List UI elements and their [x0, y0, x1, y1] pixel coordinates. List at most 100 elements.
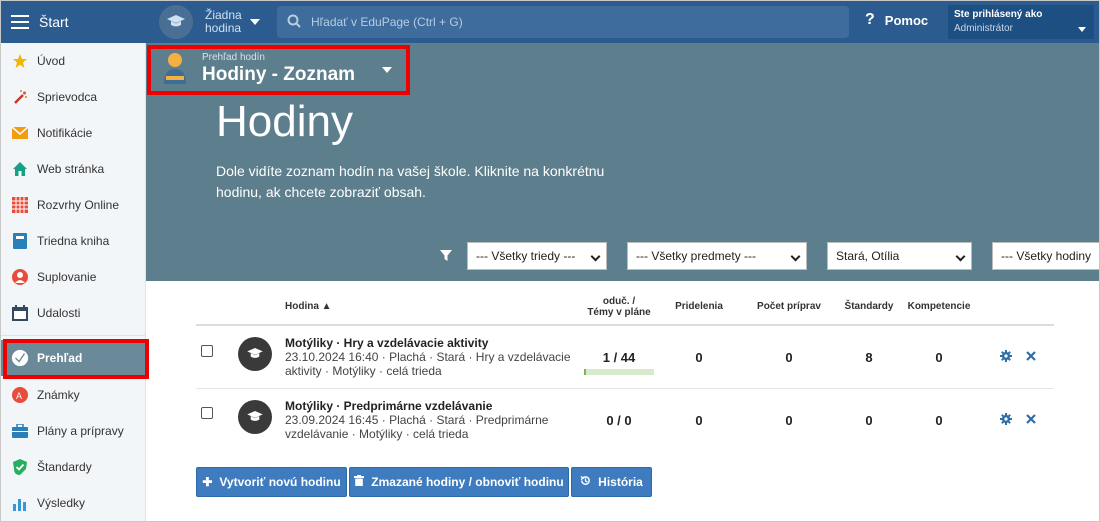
magic-wand-icon: [11, 88, 29, 106]
deleted-lessons-button[interactable]: Zmazané hodiny / obnoviť hodinu: [349, 467, 569, 497]
lesson-details: 23.10.2024 16:40 · Plachá · Stará · Hry …: [285, 350, 585, 378]
teacher-filter-select[interactable]: Stará, Otília: [827, 242, 972, 270]
sidebar-item-suplovanie[interactable]: Suplovanie: [1, 259, 146, 295]
taught-progress-bar: [584, 369, 654, 375]
sidebar-item-label: Web stránka: [37, 162, 105, 176]
sidebar-item-znamky[interactable]: A Známky: [1, 377, 146, 413]
envelope-icon: [11, 124, 29, 142]
sidebar-item-label: Plány a prípravy: [37, 424, 124, 438]
lesson-details-line1: 23.10.2024 16:40 · Plachá · Stará · Hry …: [285, 350, 571, 364]
user-role: Administrátor: [954, 23, 1013, 34]
user-menu[interactable]: Ste prihlásený ako Administrátor: [948, 5, 1094, 39]
hamburger-icon: [11, 15, 29, 29]
lesson-title[interactable]: Motýliky · Hry a vzdelávacie aktivity: [285, 336, 488, 350]
help-label: Pomoc: [884, 12, 929, 28]
lesson-filter-select[interactable]: --- Všetky hodiny: [992, 242, 1099, 270]
highlight-box-prehlad: [3, 339, 149, 379]
chevron-down-icon: [1078, 27, 1086, 32]
plus-icon: ✚: [202, 475, 213, 489]
create-lesson-label: Vytvoriť novú hodinu: [219, 475, 341, 489]
sidebar-item-notifikacie[interactable]: Notifikácie: [1, 115, 146, 151]
start-label: Štart: [39, 14, 69, 30]
graduation-cap-icon: [238, 400, 272, 434]
start-menu-button[interactable]: Štart: [1, 1, 146, 43]
svg-text:A: A: [16, 391, 22, 401]
book-icon: [11, 232, 29, 250]
briefcase-icon: [11, 422, 29, 440]
sidebar-item-label: Triedna kniha: [37, 234, 110, 248]
sidebar-divider: [1, 335, 146, 336]
subject-filter-value: --- Všetky predmety ---: [636, 249, 757, 263]
sidebar-item-label: Suplovanie: [37, 270, 97, 284]
history-icon: [580, 475, 591, 489]
user-line1: Ste prihlásený ako: [954, 9, 1043, 20]
graduation-cap-icon: [238, 337, 272, 371]
sidebar-item-label: Úvod: [37, 54, 66, 68]
sidebar-item-triedna-kniha[interactable]: Triedna kniha: [1, 223, 146, 259]
assignments-count: 0: [695, 413, 703, 428]
gear-icon[interactable]: [1000, 350, 1012, 365]
trash-icon: [354, 475, 365, 489]
chevron-down-icon: [590, 251, 601, 262]
deleted-lessons-label: Zmazané hodiny / obnoviť hodinu: [371, 475, 564, 489]
app-frame: Štart Žiadna hodina Hľadať v EduPage (Ct…: [0, 0, 1100, 522]
col-header-taught: oduč. / Témy v pláne: [579, 296, 659, 318]
create-lesson-button[interactable]: ✚ Vytvoriť novú hodinu: [196, 467, 347, 497]
history-label: História: [598, 475, 643, 489]
competences-count: 0: [935, 413, 943, 428]
sidebar-item-label: Udalosti: [37, 306, 81, 320]
sidebar-item-label: Notifikácie: [37, 126, 93, 140]
lesson-details: 23.09.2024 16:45 · Plachá · Stará · Pred…: [285, 413, 585, 441]
taught-progress-fill: [584, 369, 586, 375]
subject-filter-select[interactable]: --- Všetky predmety ---: [627, 242, 807, 270]
question-icon: ?: [865, 11, 875, 28]
lesson-selector[interactable]: Žiadna hodina: [159, 5, 260, 39]
delete-icon[interactable]: [1026, 350, 1036, 364]
lesson-title[interactable]: Motýliky · Predprimárne vzdelávanie: [285, 399, 492, 413]
sidebar-item-label: Výsledky: [37, 496, 86, 510]
col-header-lesson[interactable]: Hodina ▲: [285, 301, 332, 312]
calendar-icon: [11, 304, 29, 322]
standards-count: 0: [865, 413, 873, 428]
sidebar-item-rozvrhy-online[interactable]: Rozvrhy Online: [1, 187, 146, 223]
sidebar-item-vysledky[interactable]: Výsledky: [1, 485, 146, 521]
gear-icon[interactable]: [1000, 413, 1012, 428]
history-button[interactable]: História: [571, 467, 652, 497]
sidebar-item-standardy[interactable]: Štandardy: [1, 449, 146, 485]
col-header-taught-line2: Témy v pláne: [587, 307, 651, 318]
sidebar: Úvod Sprievodca Notifikácie Web stránka …: [1, 43, 146, 521]
sidebar-item-label: Rozvrhy Online: [37, 198, 120, 212]
sidebar-item-web-stranka[interactable]: Web stránka: [1, 151, 146, 187]
sidebar-item-udalosti[interactable]: Udalosti: [1, 295, 146, 331]
sidebar-item-uvod[interactable]: Úvod: [1, 43, 146, 79]
row-checkbox[interactable]: [201, 345, 213, 357]
help-button[interactable]: ? Pomoc: [865, 11, 928, 29]
star-icon: [11, 52, 29, 70]
row-divider: [196, 388, 1054, 389]
taught-count: 0 / 0: [606, 413, 632, 428]
filter-icon: [440, 250, 452, 265]
sidebar-item-sprievodca[interactable]: Sprievodca: [1, 79, 146, 115]
search-icon: [287, 14, 301, 31]
competences-count: 0: [935, 350, 943, 365]
lesson-line2: hodina: [205, 21, 242, 35]
chevron-down-icon: [249, 19, 260, 25]
chevron-down-icon: [790, 251, 801, 262]
class-filter-select[interactable]: --- Všetky triedy ---: [467, 242, 607, 270]
timetable-icon: [11, 196, 29, 214]
page-description: Dole vidíte zoznam hodín na vašej škole.…: [216, 163, 605, 200]
search-input[interactable]: Hľadať v EduPage (Ctrl + G): [277, 6, 849, 38]
sidebar-item-label: Známky: [37, 388, 80, 402]
sidebar-item-plany[interactable]: Plány a prípravy: [1, 413, 146, 449]
search-placeholder: Hľadať v EduPage (Ctrl + G): [311, 15, 463, 29]
col-header-assignments: Pridelenia: [675, 301, 723, 312]
shield-check-icon: [11, 458, 29, 476]
page-title: Hodiny: [216, 97, 353, 146]
delete-icon[interactable]: [1026, 413, 1036, 427]
row-checkbox[interactable]: [201, 407, 213, 419]
chevron-down-icon: [955, 251, 966, 262]
sidebar-item-label: Sprievodca: [37, 90, 98, 104]
sidebar-item-label: Štandardy: [37, 460, 92, 474]
grades-icon: A: [11, 386, 29, 404]
lesson-details-line2: aktivity · Motýliky · celá trieda: [285, 364, 442, 378]
